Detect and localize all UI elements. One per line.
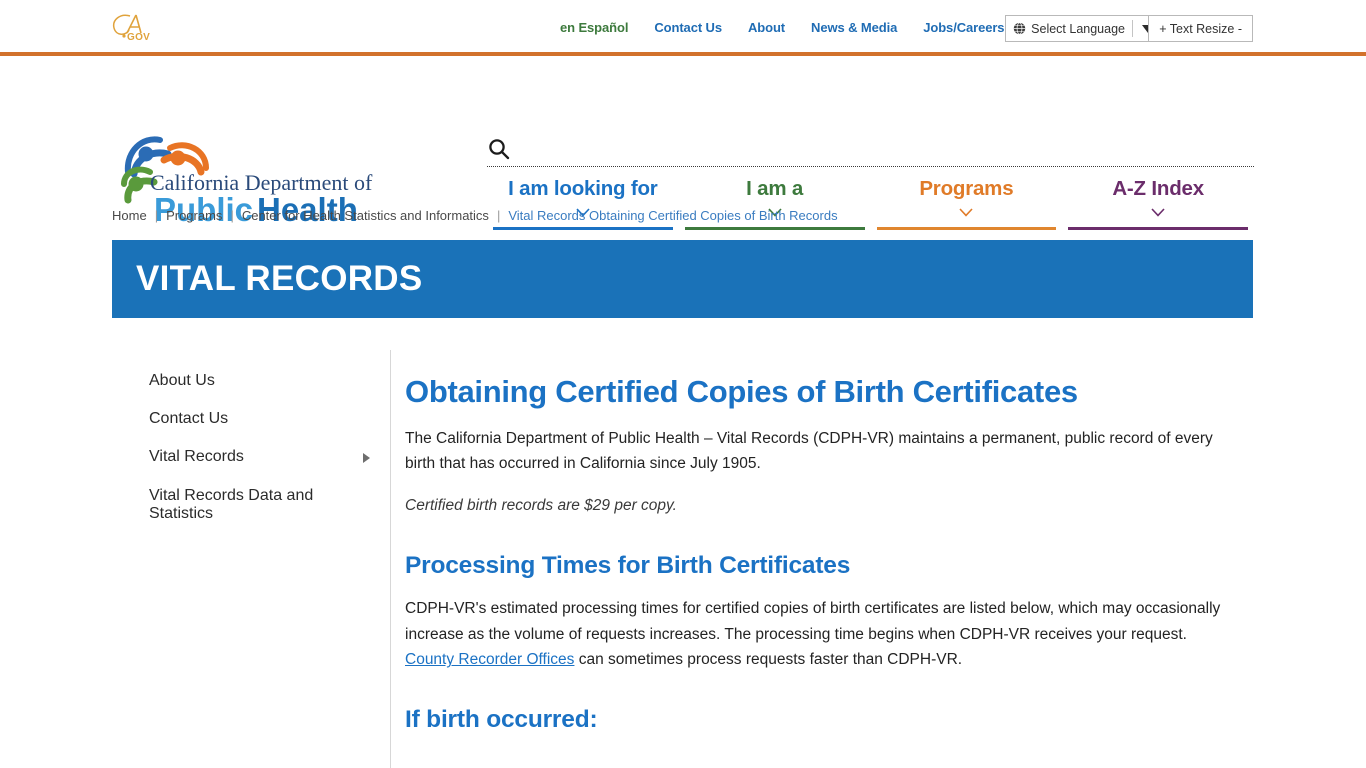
breadcrumb-item-current: Vital Records Obtaining Certified Copies… — [508, 208, 837, 223]
nav-item-label: A-Z Index — [1062, 179, 1254, 200]
utility-link-about[interactable]: About — [748, 20, 785, 35]
masthead: California Department of Public Health I… — [0, 56, 1366, 198]
language-selector[interactable]: Select Language — [1005, 15, 1160, 42]
breadcrumb-item-programs[interactable]: Programs — [166, 208, 222, 223]
sidebar-item-label: Vital Records — [149, 448, 244, 465]
search-row — [487, 134, 1254, 167]
utility-bar: GOV en Español Contact Us About News & M… — [0, 0, 1366, 56]
sidebar-item-about-us[interactable]: About Us — [112, 362, 390, 400]
main-content: Obtaining Certified Copies of Birth Cert… — [405, 350, 1235, 734]
utility-link-en-espanol[interactable]: en Español — [560, 20, 628, 35]
side-nav: About Us Contact Us Vital Records Vital … — [112, 350, 390, 533]
content-subheading-if-birth-occurred: If birth occurred: — [405, 706, 1235, 734]
search-icon[interactable] — [488, 138, 510, 160]
breadcrumb-item-home[interactable]: Home — [112, 208, 147, 223]
nav-item-label: I am a — [679, 179, 871, 200]
svg-text:GOV: GOV — [127, 32, 150, 43]
utility-link-jobs-careers[interactable]: Jobs/Careers — [923, 20, 1004, 35]
breadcrumb-separator: | — [155, 208, 158, 223]
paragraph-text-after-link: can sometimes process requests faster th… — [574, 651, 962, 668]
utility-links: en Español Contact Us About News & Media… — [560, 20, 1004, 35]
paragraph-text-before-link: CDPH-VR's estimated processing times for… — [405, 600, 1220, 643]
breadcrumb-separator: | — [230, 208, 233, 223]
sidebar-item-vital-records[interactable]: Vital Records — [112, 438, 390, 476]
nav-item-label: I am looking for — [487, 179, 679, 200]
breadcrumb: Home | Programs | Center for Health Stat… — [0, 198, 1366, 232]
content-divider — [390, 350, 391, 768]
utility-link-contact-us[interactable]: Contact Us — [654, 20, 722, 35]
sidebar-item-vital-records-data-and-statistics[interactable]: Vital Records Data and Statistics — [112, 477, 390, 533]
ca-gov-logo-link[interactable]: GOV — [110, 11, 166, 45]
content-paragraph-intro: The California Department of Public Heal… — [405, 426, 1235, 477]
language-selector-divider — [1132, 20, 1133, 37]
nav-item-label: Programs — [871, 179, 1063, 200]
page-title-banner: VITAL RECORDS — [112, 240, 1253, 318]
content-paragraph-processing: CDPH-VR's estimated processing times for… — [405, 596, 1235, 673]
language-selector-label: Select Language — [1031, 22, 1125, 36]
breadcrumb-item-center-for-health-statistics[interactable]: Center for Health Statistics and Informa… — [242, 208, 489, 223]
sidebar-item-label: Contact Us — [149, 410, 228, 427]
sidebar-item-label: About Us — [149, 372, 215, 389]
content-heading: Obtaining Certified Copies of Birth Cert… — [405, 375, 1235, 410]
content-paragraph-fee-note: Certified birth records are $29 per copy… — [405, 493, 1235, 519]
content-subheading-processing-times: Processing Times for Birth Certificates — [405, 552, 1235, 580]
chevron-right-icon — [363, 453, 370, 463]
sidebar-item-contact-us[interactable]: Contact Us — [112, 400, 390, 438]
text-resize-control[interactable]: + Text Resize - — [1148, 15, 1253, 42]
sidebar-item-label: Vital Records Data and Statistics — [149, 487, 313, 522]
globe-icon — [1013, 22, 1026, 35]
utility-link-news-media[interactable]: News & Media — [811, 20, 897, 35]
breadcrumb-separator: | — [497, 208, 500, 223]
county-recorder-offices-link[interactable]: County Recorder Offices — [405, 651, 574, 668]
ca-gov-logo-icon: GOV — [110, 11, 166, 45]
page-title: VITAL RECORDS — [112, 259, 423, 299]
